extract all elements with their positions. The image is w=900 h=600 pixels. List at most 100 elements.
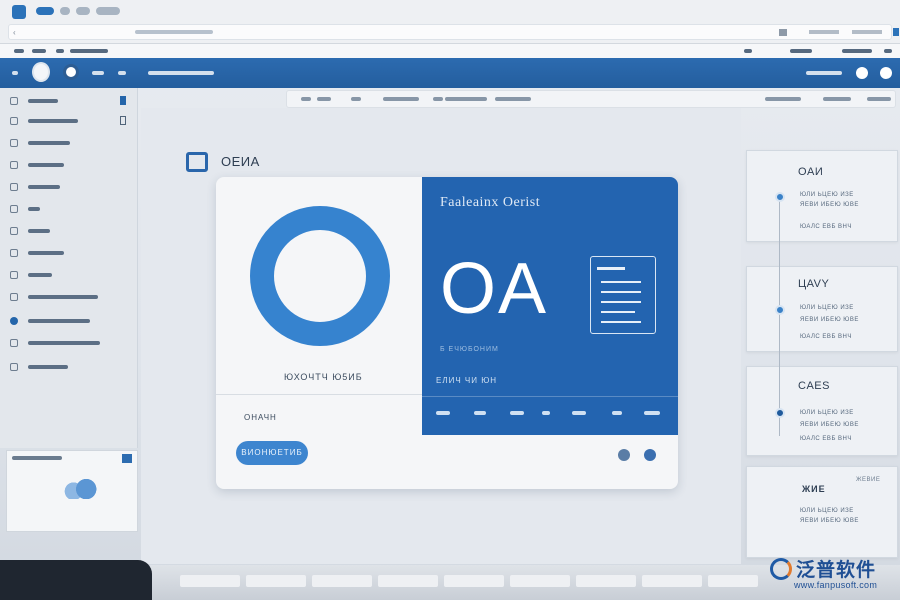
timeline-dot: [775, 305, 785, 315]
doc-icon: [10, 161, 18, 169]
key: [378, 575, 438, 587]
brand-name: OЕИA: [221, 154, 260, 169]
sidebar-item[interactable]: [10, 226, 130, 236]
key: [642, 575, 702, 587]
chart-icon: [10, 271, 18, 279]
arrow-icon: [10, 139, 18, 147]
tab-active[interactable]: [36, 7, 54, 15]
breadcrumb[interactable]: [148, 71, 214, 75]
sidebar-item[interactable]: [10, 270, 130, 280]
toolbar: [286, 90, 896, 108]
doc-line: [601, 301, 641, 303]
card-label: ОНАЧН: [244, 413, 277, 422]
bookmark-icon[interactable]: [120, 96, 126, 105]
share-icon[interactable]: [618, 449, 630, 461]
list-icon: [10, 97, 18, 105]
sidebar-item[interactable]: [10, 160, 130, 170]
timeline-text: ЯЕВИ ИБЕЮ ЮВЕ: [800, 317, 859, 323]
tool-button[interactable]: [445, 97, 487, 101]
timeline-bottom-title: ЖИЕ: [802, 484, 826, 494]
menu-item[interactable]: [14, 49, 24, 53]
url-text: [135, 30, 213, 34]
menu-icon[interactable]: [12, 71, 18, 75]
menu-bar: [0, 44, 900, 58]
panel-stats: [422, 408, 678, 422]
stat-label: [572, 411, 586, 415]
watermark: 泛普软件 www.fanpusoft.com: [770, 552, 894, 596]
panel-title: Faaleainx Oerist: [440, 195, 541, 210]
timeline-text: ЮЛИ ЬЦЕЮ ИЗЕ: [800, 410, 854, 416]
tool-button[interactable]: [351, 97, 361, 101]
back-icon[interactable]: ‹: [13, 28, 16, 37]
sidebar-item-label: [28, 273, 52, 277]
tab[interactable]: [76, 7, 90, 15]
tab[interactable]: [60, 7, 70, 15]
tool-button[interactable]: [765, 97, 801, 101]
menu-item[interactable]: [32, 49, 46, 53]
menu-item[interactable]: [884, 49, 892, 53]
users-icon: [10, 249, 18, 257]
key: [510, 575, 570, 587]
fanpu-logo-icon: [770, 558, 792, 580]
doc-line: [601, 311, 635, 313]
header-link[interactable]: [92, 71, 104, 75]
tool-button[interactable]: [823, 97, 851, 101]
menu-item[interactable]: [842, 49, 872, 53]
menu-item[interactable]: [70, 49, 108, 53]
tab[interactable]: [96, 7, 120, 15]
watermark-url: www.fanpusoft.com: [794, 580, 878, 590]
sidebar-item[interactable]: [10, 292, 130, 302]
sidebar-item-active[interactable]: [10, 316, 130, 326]
ring-logo-icon: [250, 206, 390, 346]
sidebar-item[interactable]: [10, 96, 130, 106]
timeline-text: ЯЕВИ ИБЕЮ ЮВЕ: [800, 422, 859, 428]
settings-icon[interactable]: [644, 449, 656, 461]
document-icon: [590, 256, 656, 334]
sidebar-item[interactable]: [10, 362, 130, 372]
widget-title: [12, 456, 62, 460]
bookmark-link[interactable]: [809, 30, 839, 34]
tool-button[interactable]: [301, 97, 311, 101]
clock-icon: [10, 183, 18, 191]
tool-button[interactable]: [433, 97, 443, 101]
header-link[interactable]: [806, 71, 842, 75]
sidebar-item[interactable]: [10, 182, 130, 192]
sidebar-item[interactable]: [10, 204, 130, 214]
header-link[interactable]: [118, 71, 126, 75]
timeline-text: ЮАЛС ЕВБ ВНЧ: [800, 334, 852, 340]
timeline-title: ЦAVY: [798, 278, 830, 290]
sidebar-item-label: [28, 295, 98, 299]
calendar-icon: [10, 293, 18, 301]
panel-subtitle: Б ЕЧЮБОНИМ: [440, 346, 499, 353]
watermark-name: 泛普软件: [796, 559, 877, 581]
profile-icon[interactable]: [893, 28, 899, 36]
primary-button[interactable]: ВИОНЮЕТИБ: [236, 441, 308, 465]
menu-item[interactable]: [790, 49, 812, 53]
tool-button[interactable]: [383, 97, 419, 101]
extension-icon[interactable]: [779, 29, 787, 36]
info-icon[interactable]: [880, 67, 892, 79]
sidebar-item-label: [28, 99, 58, 103]
timeline-text: ЯЕВИ ИБЕЮ ЮВЕ: [800, 518, 859, 524]
tool-button[interactable]: [495, 97, 531, 101]
sidebar-item[interactable]: [10, 338, 130, 348]
user-avatar[interactable]: [63, 64, 79, 80]
sidebar-item[interactable]: [10, 138, 130, 148]
sidebar-item[interactable]: [10, 248, 130, 258]
sidebar-item[interactable]: [10, 116, 130, 126]
sidebar: [0, 88, 138, 448]
timeline-title: OAИ: [798, 166, 824, 178]
tool-button[interactable]: [867, 97, 891, 101]
tool-button[interactable]: [317, 97, 331, 101]
doc-header-line: [597, 267, 625, 270]
widget-action-button[interactable]: [122, 454, 132, 463]
avatar[interactable]: [32, 62, 50, 82]
bookmark-link[interactable]: [852, 30, 882, 34]
menu-item[interactable]: [56, 49, 64, 53]
export-icon[interactable]: [120, 116, 126, 125]
notification-icon[interactable]: [856, 67, 868, 79]
timeline-dot: [775, 192, 785, 202]
menu-item[interactable]: [744, 49, 752, 53]
timeline-text: ЯЕВИ ИБЕЮ ЮВЕ: [800, 202, 859, 208]
address-bar[interactable]: ‹: [8, 24, 899, 40]
